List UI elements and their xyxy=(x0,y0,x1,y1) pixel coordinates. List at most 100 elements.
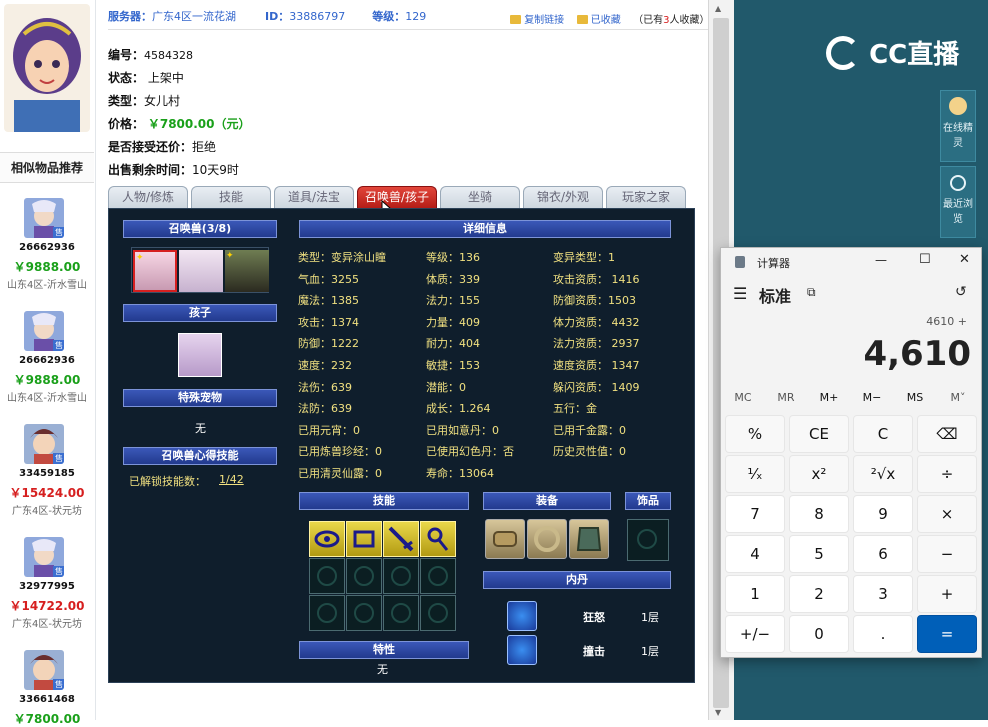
multiply-button[interactable]: × xyxy=(917,495,977,533)
digit-3-button[interactable]: 3 xyxy=(853,575,913,613)
skill-slot[interactable] xyxy=(309,521,345,557)
accessory-header: 饰品 xyxy=(625,492,671,510)
info-remaining: 出售剩余时间：10天9时 xyxy=(108,163,239,177)
skill-slot[interactable] xyxy=(420,521,456,557)
square-button[interactable]: x² xyxy=(789,455,849,493)
backspace-button[interactable]: ⌫ xyxy=(917,415,977,453)
history-icon[interactable]: ↺ xyxy=(955,284,967,300)
percent-button[interactable]: % xyxy=(725,415,785,453)
favorited-button[interactable]: 已收藏 xyxy=(591,15,621,26)
similar-item-1[interactable]: 售 26662936 ￥9888.00 山东4区-沂水雪山 xyxy=(0,192,94,302)
tab-character[interactable]: 人物/修炼 xyxy=(108,186,188,208)
divide-button[interactable]: ÷ xyxy=(917,455,977,493)
negate-button[interactable]: +/− xyxy=(725,615,785,653)
memory-recall-button[interactable]: MR xyxy=(766,391,806,404)
stat-cell: 法力：155 xyxy=(426,294,480,308)
memory-list-button[interactable]: M˅ xyxy=(938,391,978,404)
server-value[interactable]: 广东4区一流花湖 xyxy=(152,10,236,23)
hamburger-menu-icon[interactable]: ☰ xyxy=(733,284,747,303)
memory-subtract-button[interactable]: M− xyxy=(852,391,892,404)
character-portrait xyxy=(4,4,90,132)
summon-header: 召唤兽(3/8) xyxy=(123,220,277,238)
stat-cell: 已用千金露：0 xyxy=(553,423,626,437)
server-label: 服务器： xyxy=(108,10,152,23)
digit-0-button[interactable]: 0 xyxy=(789,615,849,653)
sell-badge: 售 xyxy=(53,566,64,577)
stat-cell: 类型：变异涂山瞳 xyxy=(298,251,386,264)
tab-items[interactable]: 道具/法宝 xyxy=(274,186,354,208)
tab-skills[interactable]: 技能 xyxy=(191,186,271,208)
sell-badge: 售 xyxy=(53,340,64,351)
minimize-button[interactable]: — xyxy=(875,253,887,267)
child-portrait[interactable] xyxy=(178,333,222,377)
item-id: 32977995 xyxy=(19,581,75,592)
fav-count-suffix: 人收藏） xyxy=(669,15,710,26)
neidan-icon[interactable] xyxy=(507,601,537,631)
empty-skill-slot xyxy=(383,558,419,594)
item-id: 33459185 xyxy=(19,468,75,479)
equals-button[interactable]: = xyxy=(917,615,977,653)
unlocked-skills-value[interactable]: 1/42 xyxy=(219,473,244,486)
tab-home[interactable]: 玩家之家 xyxy=(606,186,686,208)
stat-cell: 敏捷：153 xyxy=(426,359,480,372)
clear-entry-button[interactable]: CE xyxy=(789,415,849,453)
maximize-button[interactable]: ☐ xyxy=(919,252,931,267)
scroll-down-icon[interactable]: ▼ xyxy=(715,708,721,717)
neidan-icon[interactable] xyxy=(507,635,537,665)
item-server: 广东4区-状元坊 xyxy=(12,619,82,630)
summon-pet-1[interactable]: ✦ xyxy=(133,250,177,292)
copy-link-button[interactable]: 复制链接 xyxy=(524,15,564,26)
digit-5-button[interactable]: 5 xyxy=(789,535,849,573)
calculator-app-icon xyxy=(735,256,745,268)
digit-9-button[interactable]: 9 xyxy=(853,495,913,533)
summon-pet-2[interactable] xyxy=(179,250,223,292)
empty-skill-slot xyxy=(346,595,382,631)
memory-clear-button[interactable]: MC xyxy=(723,391,763,404)
tab-outfit[interactable]: 锦衣/外观 xyxy=(523,186,603,208)
calculator-expression: 4610 + xyxy=(926,315,967,328)
tab-summons[interactable]: 召唤兽/孩子 xyxy=(357,186,437,208)
digit-6-button[interactable]: 6 xyxy=(853,535,913,573)
digit-7-button[interactable]: 7 xyxy=(725,495,785,533)
item-id: 26662936 xyxy=(19,242,75,253)
decimal-button[interactable]: . xyxy=(853,615,913,653)
memory-add-button[interactable]: M+ xyxy=(809,391,849,404)
summon-pet-3[interactable]: ✦ xyxy=(225,250,269,292)
info-type: 类型：女儿村 xyxy=(108,94,181,108)
reciprocal-button[interactable]: ¹⁄ₓ xyxy=(725,455,785,493)
minus-button[interactable]: − xyxy=(917,535,977,573)
equipment-armor[interactable] xyxy=(569,519,609,559)
similar-item-4[interactable]: 售 32977995 ￥14722.00 广东4区-状元坊 xyxy=(0,531,94,641)
empty-skill-slot xyxy=(420,558,456,594)
special-pet-value: 无 xyxy=(195,422,206,435)
item-id: 26662936 xyxy=(19,355,75,366)
similar-item-3[interactable]: 售 33459185 ￥15424.00 广东4区-状元坊 xyxy=(0,418,94,528)
keep-on-top-icon[interactable]: ⧉ xyxy=(807,285,816,300)
close-button[interactable]: ✕ xyxy=(959,252,970,267)
digit-8-button[interactable]: 8 xyxy=(789,495,849,533)
neidan-name: 撞击 xyxy=(583,645,605,658)
level-label: 等级： xyxy=(372,10,406,23)
stat-cell: 躲闪资质： 1409 xyxy=(553,380,640,394)
plus-button[interactable]: + xyxy=(917,575,977,613)
similar-item-5[interactable]: 售 33661468 ￥7800.00 xyxy=(0,644,94,726)
equipment-collar[interactable] xyxy=(485,519,525,559)
skill-slot[interactable] xyxy=(346,521,382,557)
digit-1-button[interactable]: 1 xyxy=(725,575,785,613)
equipment-ring[interactable] xyxy=(527,519,567,559)
recent-browse-button[interactable]: 最近浏览 xyxy=(940,166,976,238)
stat-cell: 法力资质： 2937 xyxy=(553,337,640,351)
square-root-button[interactable]: ²√x xyxy=(853,455,913,493)
tab-mount[interactable]: 坐骑 xyxy=(440,186,520,208)
digit-4-button[interactable]: 4 xyxy=(725,535,785,573)
skill-slot[interactable] xyxy=(383,521,419,557)
similar-item-2[interactable]: 售 26662936 ￥9888.00 山东4区-沂水雪山 xyxy=(0,305,94,415)
item-server: 广东4区-状元坊 xyxy=(12,506,82,517)
sprite-avatar-icon xyxy=(949,97,967,115)
online-sprite-button[interactable]: 在线精灵 xyxy=(940,90,976,162)
clear-button[interactable]: C xyxy=(853,415,913,453)
scroll-up-icon[interactable]: ▲ xyxy=(715,4,721,13)
detail-header: 详细信息 xyxy=(299,220,671,238)
memory-store-button[interactable]: MS xyxy=(895,391,935,404)
digit-2-button[interactable]: 2 xyxy=(789,575,849,613)
